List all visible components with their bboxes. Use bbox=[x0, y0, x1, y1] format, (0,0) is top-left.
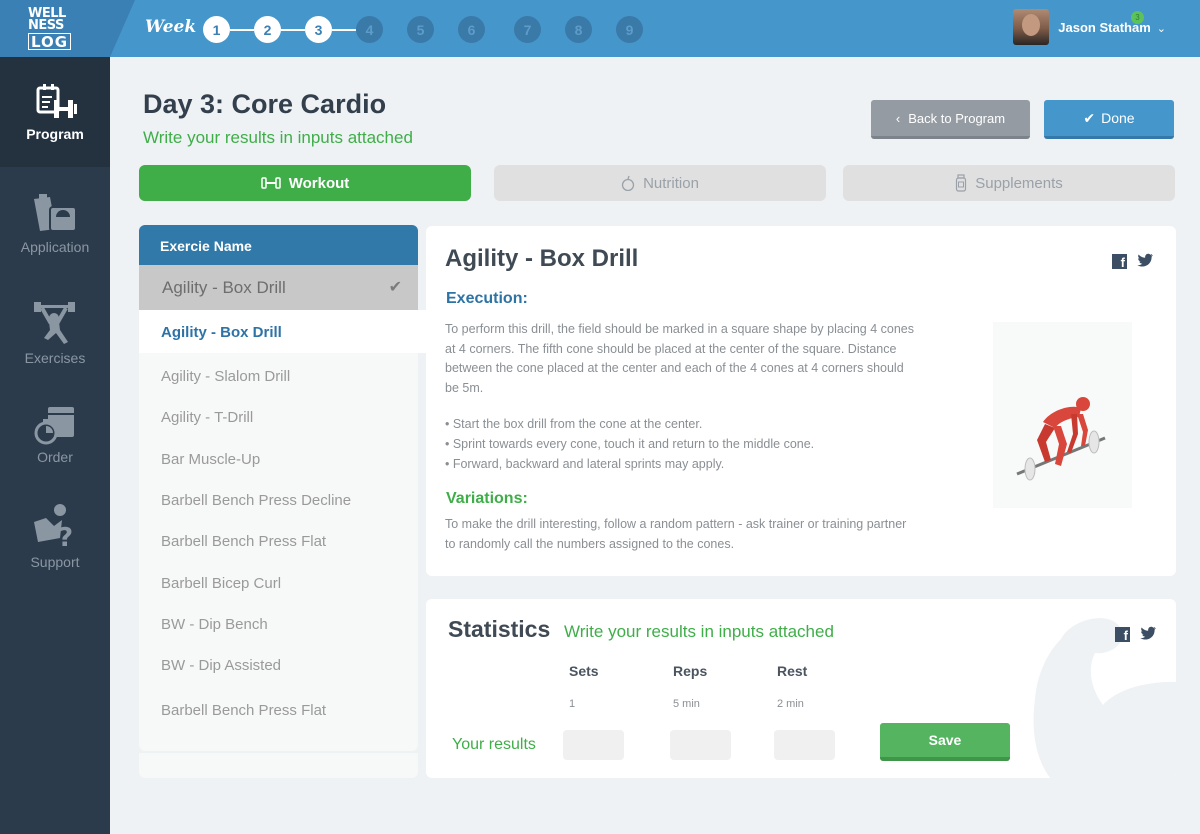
week-4[interactable]: 4 bbox=[356, 16, 383, 43]
sidebar-item-order[interactable]: Order bbox=[0, 405, 110, 465]
week-5[interactable]: 5 bbox=[407, 16, 434, 43]
save-button[interactable]: Save bbox=[880, 723, 1010, 761]
week-connector bbox=[281, 28, 305, 31]
exercise-title: Agility - Box Drill bbox=[445, 245, 639, 272]
statistics-card: Statistics Write your results in inputs … bbox=[426, 599, 1176, 778]
list-item-active[interactable]: Agility - Box Drill bbox=[139, 310, 426, 353]
facebook-icon[interactable]: f bbox=[1115, 627, 1130, 643]
list-item[interactable]: Barbell Bench Press Flat bbox=[161, 533, 326, 550]
facebook-icon[interactable]: f bbox=[1112, 254, 1127, 270]
sidebar: Program Application Exercises Order ? Su… bbox=[0, 57, 110, 834]
program-icon bbox=[36, 84, 77, 118]
order-icon bbox=[34, 407, 74, 445]
supplement-bottle-icon bbox=[956, 174, 967, 192]
statistics-subtitle: Write your results in inputs attached bbox=[564, 622, 834, 641]
exercise-list-header: Exercie Name bbox=[139, 225, 418, 265]
top-bar: WELL NESS LOG Week 1 2 3 4 5 6 7 8 9 Jas… bbox=[0, 0, 1200, 57]
column-header-sets: Sets bbox=[569, 663, 599, 679]
week-3[interactable]: 3 bbox=[305, 16, 332, 43]
week-connector bbox=[230, 28, 254, 31]
variations-text: To make the drill interesting, follow a … bbox=[445, 517, 907, 551]
week-9[interactable]: 9 bbox=[616, 16, 643, 43]
sidebar-item-program[interactable]: Program bbox=[0, 57, 110, 167]
share-links: f bbox=[1115, 626, 1156, 643]
back-to-program-button[interactable]: ‹ Back to Program bbox=[871, 100, 1030, 139]
week-2[interactable]: 2 bbox=[254, 16, 281, 43]
sidebar-item-application[interactable]: Application bbox=[0, 193, 110, 255]
rest-value: 2 min bbox=[777, 698, 804, 710]
support-icon: ? bbox=[34, 504, 73, 550]
deadlift-figure-icon bbox=[1016, 397, 1106, 481]
avatar[interactable] bbox=[1013, 9, 1050, 45]
execution-text: To perform this drill, the field should … bbox=[445, 322, 915, 395]
wellness-log-logo[interactable]: WELL NESS LOG bbox=[28, 7, 82, 50]
page-subtitle: Write your results in inputs attached bbox=[143, 128, 413, 147]
reps-value: 5 min bbox=[673, 698, 700, 710]
list-item[interactable]: Bar Muscle-Up bbox=[161, 451, 260, 468]
step-item: • Sprint towards every cone, touch it an… bbox=[445, 437, 815, 451]
column-header-reps: Reps bbox=[673, 663, 708, 679]
application-icon bbox=[34, 194, 77, 232]
twitter-icon[interactable] bbox=[1140, 626, 1156, 643]
execution-heading: Execution: bbox=[446, 290, 528, 307]
rest-result-input[interactable] bbox=[774, 730, 835, 760]
sidebar-item-label: Program bbox=[26, 126, 84, 142]
week-6[interactable]: 6 bbox=[458, 16, 485, 43]
checkmark-icon: ✔ bbox=[388, 279, 402, 296]
exercise-detail-card: Agility - Box Drill f Execution: To perf… bbox=[426, 226, 1176, 576]
reps-result-input[interactable] bbox=[670, 730, 731, 760]
execution-steps: • Start the box drill from the cone at t… bbox=[445, 414, 915, 474]
list-item[interactable]: Agility - T-Drill bbox=[161, 409, 253, 426]
week-7[interactable]: 7 bbox=[514, 16, 541, 43]
apple-icon bbox=[621, 175, 635, 191]
list-item[interactable]: Agility - Slalom Drill bbox=[161, 368, 290, 385]
selected-exercise[interactable]: Agility - Box Drill ✔ bbox=[139, 265, 418, 310]
list-item[interactable]: Barbell Bicep Curl bbox=[161, 575, 281, 592]
step-item: • Start the box drill from the cone at t… bbox=[445, 417, 703, 431]
week-stepper: 1 2 3 4 5 6 7 8 9 bbox=[203, 16, 643, 43]
sidebar-item-label: Order bbox=[37, 449, 73, 465]
sidebar-item-exercises[interactable]: Exercises bbox=[0, 300, 110, 366]
svg-text:?: ? bbox=[58, 523, 73, 550]
checkmark-icon: ✔ bbox=[1083, 109, 1096, 126]
sets-value: 1 bbox=[569, 698, 576, 710]
done-button[interactable]: ✔ Done bbox=[1044, 100, 1174, 139]
twitter-icon[interactable] bbox=[1137, 253, 1153, 270]
page-title: Day 3: Core Cardio bbox=[143, 89, 387, 119]
list-item[interactable]: Barbell Bench Press Flat bbox=[161, 702, 326, 719]
variations-heading: Variations: bbox=[446, 490, 528, 507]
your-results-label: Your results bbox=[452, 736, 536, 753]
exercise-list: Exercie Name Agility - Box Drill ✔ Agili… bbox=[139, 225, 426, 751]
week-connector bbox=[332, 28, 356, 31]
statistics-title: Statistics bbox=[448, 616, 551, 642]
tab-nutrition[interactable]: Nutrition bbox=[494, 165, 826, 201]
sidebar-item-support[interactable]: ? Support bbox=[0, 502, 110, 570]
share-links: f bbox=[1112, 253, 1153, 270]
sidebar-item-label: Application bbox=[20, 239, 90, 255]
chevron-down-icon[interactable]: ⌄ bbox=[1157, 22, 1166, 35]
tab-workout[interactable]: Workout bbox=[139, 165, 471, 201]
list-item[interactable]: BW - Dip Bench bbox=[161, 616, 268, 633]
list-item[interactable]: Barbell Bench Press Decline bbox=[161, 492, 351, 509]
week-1[interactable]: 1 bbox=[203, 16, 230, 43]
exercise-list-footer bbox=[139, 753, 418, 778]
sets-result-input[interactable] bbox=[563, 730, 624, 760]
list-item[interactable]: BW - Dip Assisted bbox=[161, 657, 281, 674]
exercise-illustration bbox=[993, 322, 1132, 508]
sidebar-item-label: Exercises bbox=[24, 350, 86, 366]
sidebar-item-label: Support bbox=[30, 554, 80, 570]
exercises-icon bbox=[34, 302, 75, 344]
week-label: Week bbox=[145, 17, 197, 37]
week-8[interactable]: 8 bbox=[565, 16, 592, 43]
column-header-rest: Rest bbox=[777, 663, 808, 679]
chevron-left-icon: ‹ bbox=[895, 110, 901, 126]
user-menu[interactable]: Jason Statham 3 ⌄ bbox=[1013, 9, 1166, 45]
step-item: • Forward, backward and lateral sprints … bbox=[445, 457, 725, 471]
tab-supplements[interactable]: Supplements bbox=[843, 165, 1175, 201]
dumbbell-icon bbox=[260, 177, 281, 189]
notification-badge[interactable]: 3 bbox=[1131, 11, 1144, 24]
